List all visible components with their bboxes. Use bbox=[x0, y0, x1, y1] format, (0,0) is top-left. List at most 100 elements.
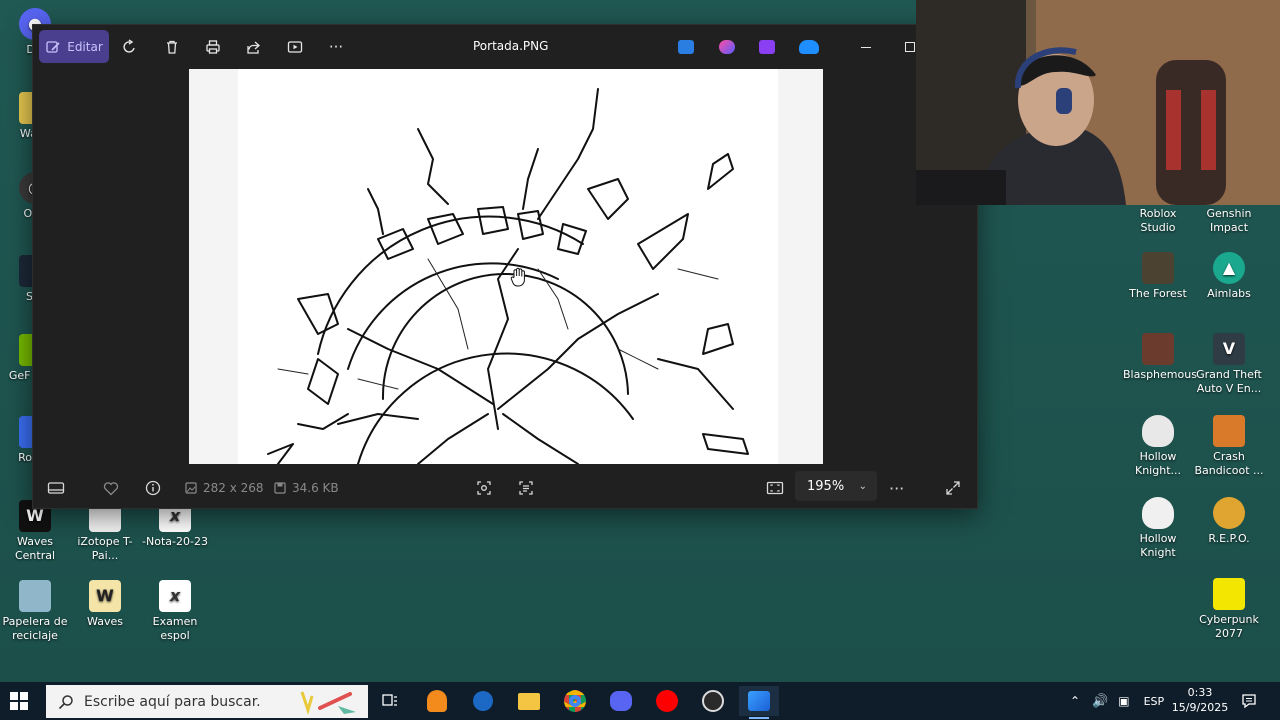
gta-v-icon: V bbox=[1213, 333, 1245, 365]
chevron-up-icon[interactable]: ⌃ bbox=[1070, 694, 1080, 708]
favorite-button[interactable] bbox=[103, 477, 119, 499]
text-scan-button[interactable] bbox=[518, 477, 534, 499]
taskbar-clock[interactable]: 0:33 15/9/2025 bbox=[1168, 685, 1232, 715]
desktop-icon-crash-bandicoot[interactable]: Crash Bandicoot ... bbox=[1194, 415, 1264, 478]
document-icon: x bbox=[159, 580, 191, 612]
desktop-icon-label: Cyberpunk 2077 bbox=[1199, 613, 1259, 640]
language-indicator[interactable]: ESP bbox=[1144, 695, 1165, 708]
slideshow-button[interactable] bbox=[280, 33, 310, 61]
file-size: 34.6 KB bbox=[274, 477, 339, 499]
window-title: Portada.PNG bbox=[473, 39, 549, 53]
copilot-icon[interactable] bbox=[719, 40, 735, 54]
image-view[interactable] bbox=[189, 69, 823, 464]
taskbar-app-chrome[interactable] bbox=[555, 686, 595, 716]
hollow-knight-icon bbox=[1142, 497, 1174, 529]
start-button[interactable] bbox=[8, 690, 36, 712]
search-input[interactable] bbox=[84, 693, 304, 710]
desktop-icon-aimlabs[interactable]: ▲ Aimlabs bbox=[1194, 252, 1264, 301]
rotate-button[interactable] bbox=[115, 33, 145, 61]
fit-window-icon bbox=[766, 481, 784, 495]
desktop-icon-the-forest[interactable]: The Forest bbox=[1123, 252, 1193, 301]
visual-search-button[interactable] bbox=[476, 477, 492, 499]
chrome-icon bbox=[564, 690, 586, 712]
youtube-music-icon bbox=[656, 690, 678, 712]
printer-icon bbox=[206, 40, 220, 54]
desktop-icon-label: Examen espol bbox=[152, 615, 198, 642]
delete-button[interactable] bbox=[157, 33, 187, 61]
taskbar-app-file-explorer[interactable] bbox=[509, 686, 549, 716]
desktop-icon-izotope[interactable]: iZotope T-Pai... bbox=[70, 500, 140, 563]
desktop-icon-gta-v[interactable]: V Grand Theft Auto V En... bbox=[1194, 333, 1264, 396]
notification-icon bbox=[1242, 694, 1256, 709]
hand-cursor-icon bbox=[510, 267, 525, 287]
desktop-icon-repo[interactable]: R.E.P.O. bbox=[1194, 497, 1264, 546]
notifications-button[interactable] bbox=[1230, 686, 1268, 716]
text-scan-icon bbox=[519, 481, 533, 495]
more-options-button[interactable]: ··· bbox=[321, 33, 351, 61]
taskbar-app-discord[interactable] bbox=[601, 686, 641, 716]
desktop-icon-roblox-studio[interactable]: Roblox Studio bbox=[1123, 207, 1193, 235]
chevron-down-icon: ⌄ bbox=[858, 480, 867, 492]
visual-search-icon bbox=[477, 481, 491, 495]
desktop-icon-hollow-knight-2[interactable]: Hollow Knight bbox=[1123, 497, 1193, 560]
image-dimensions: 282 x 268 bbox=[185, 477, 264, 499]
desktop-icon-blasphemous[interactable]: Blasphemous bbox=[1123, 333, 1197, 382]
the-forest-icon bbox=[1142, 252, 1174, 284]
clipchamp-icon[interactable] bbox=[759, 40, 775, 54]
network-icon[interactable]: ▣ bbox=[1118, 694, 1129, 708]
edit-image-icon bbox=[46, 40, 60, 53]
image-dimensions-value: 282 x 268 bbox=[203, 481, 264, 495]
desktop-icon-genshin[interactable]: Genshin Impact bbox=[1194, 207, 1264, 235]
photos-icon bbox=[748, 691, 770, 711]
desktop-icon-label: Roblox Studio bbox=[1139, 207, 1177, 234]
webcam-scene bbox=[916, 0, 1280, 205]
desktop-icon-label: Grand Theft Auto V En... bbox=[1196, 368, 1262, 395]
desktop-icon-examen[interactable]: x Examen espol bbox=[140, 580, 210, 643]
filmstrip-button[interactable] bbox=[47, 477, 65, 499]
desktop-icon-label: Papelera de reciclaje bbox=[2, 615, 68, 642]
full-screen-button[interactable] bbox=[945, 477, 961, 499]
share-button[interactable] bbox=[239, 33, 269, 61]
disk-icon bbox=[274, 482, 286, 494]
fit-to-window-button[interactable] bbox=[766, 477, 784, 499]
desktop-icon-label: iZotope T-Pai... bbox=[77, 535, 133, 562]
search-highlight-icon bbox=[300, 691, 356, 716]
more-view-options-button[interactable]: ··· bbox=[889, 477, 904, 499]
onedrive-icon[interactable] bbox=[799, 40, 819, 54]
desktop-icon-label: Aimlabs bbox=[1207, 287, 1251, 300]
desktop-icon-cyberpunk[interactable]: Cyberpunk 2077 bbox=[1194, 578, 1264, 641]
title-bar: Editar ··· Portada.PNG bbox=[33, 25, 977, 69]
slideshow-icon bbox=[287, 41, 303, 53]
minimize-button[interactable] bbox=[851, 33, 881, 61]
paint-app-icon[interactable] bbox=[678, 40, 694, 54]
edit-button[interactable]: Editar bbox=[39, 30, 109, 63]
zoom-value: 195% bbox=[807, 478, 845, 494]
print-button[interactable] bbox=[198, 33, 228, 61]
zoom-dropdown[interactable]: 195% ⌄ bbox=[795, 471, 877, 501]
desktop-icon-recycle-bin[interactable]: Papelera de reciclaje bbox=[0, 580, 70, 643]
system-tray: ⌃ 🔊 ▣ ESP bbox=[1070, 682, 1164, 720]
desktop-icon-hollow-knight-1[interactable]: Hollow Knight... bbox=[1123, 415, 1193, 478]
taskbar-app-photos[interactable] bbox=[739, 686, 779, 719]
desktop-icon-label: -Nota-20-23 bbox=[142, 535, 208, 548]
desktop-icon-waves-central[interactable]: W Waves Central bbox=[0, 500, 70, 563]
desktop-icon-label: The Forest bbox=[1129, 287, 1187, 300]
desktop-icon-label: Hollow Knight... bbox=[1135, 450, 1181, 477]
desktop-icon-waves-app[interactable]: W Waves bbox=[70, 580, 140, 629]
volume-icon[interactable]: 🔊 bbox=[1092, 694, 1108, 709]
hollow-knight-icon bbox=[1142, 415, 1174, 447]
taskbar-app-fl-studio[interactable] bbox=[417, 686, 457, 716]
taskbar-app-obs[interactable] bbox=[693, 686, 733, 716]
taskbar-app-youtube-music[interactable] bbox=[647, 686, 687, 716]
desktop-icon-label: Waves bbox=[87, 615, 123, 628]
search-icon bbox=[58, 694, 73, 709]
task-view-button[interactable] bbox=[370, 686, 410, 716]
blasphemous-icon bbox=[1142, 333, 1174, 365]
taskbar-search[interactable] bbox=[46, 685, 368, 718]
waves-icon: W bbox=[89, 580, 121, 612]
more-icon: ··· bbox=[889, 478, 905, 498]
file-info-button[interactable] bbox=[145, 477, 161, 499]
image-canvas bbox=[33, 69, 977, 464]
taskbar-app-steam[interactable] bbox=[463, 686, 503, 716]
edit-button-label: Editar bbox=[67, 39, 103, 54]
